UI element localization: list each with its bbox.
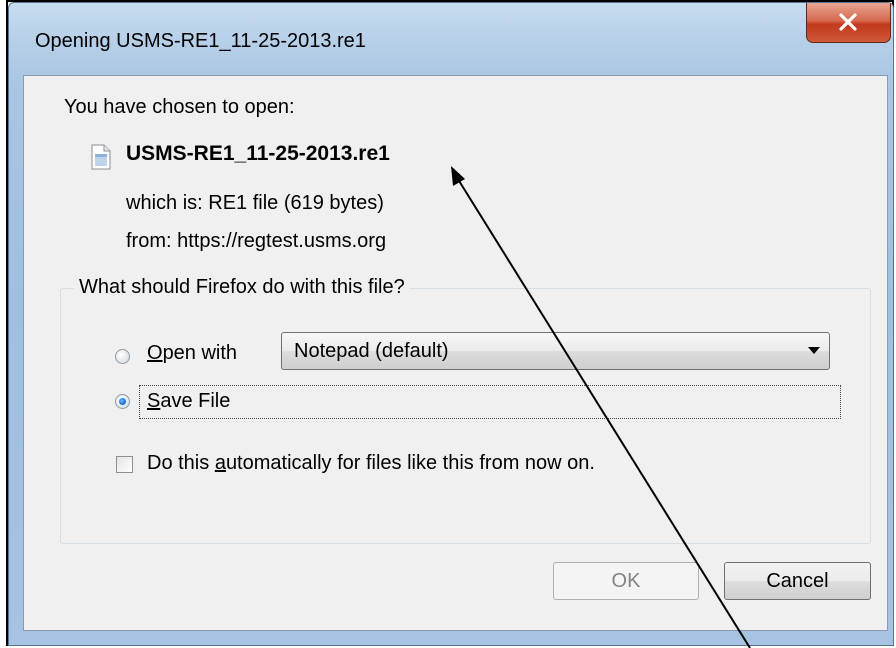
annotation-arrow bbox=[451, 166, 751, 648]
